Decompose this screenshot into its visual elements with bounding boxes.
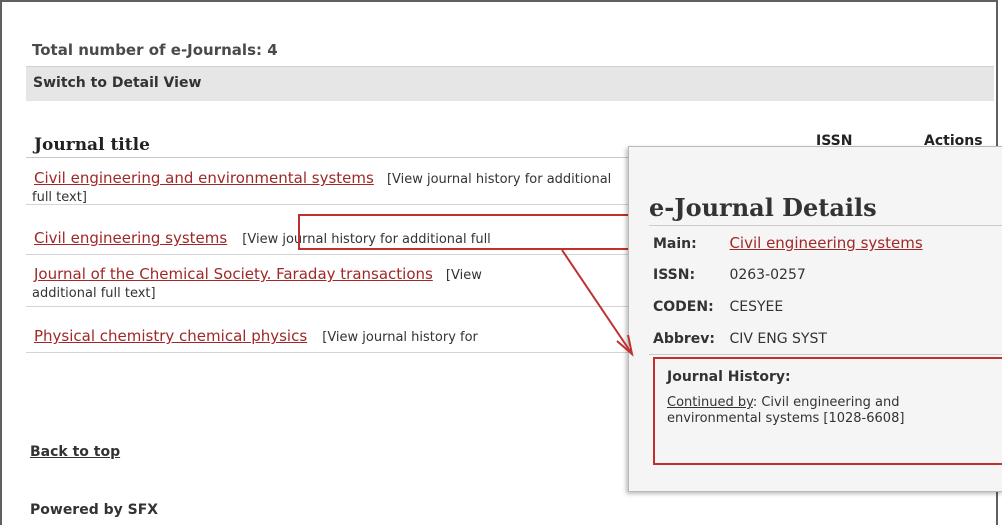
coden-label: CODEN: <box>653 299 714 315</box>
journal-history-text: Continued by: Civil engineering and envi… <box>667 395 987 427</box>
table-row: Physical chemistry chemical physics [Vie… <box>26 326 646 353</box>
header-journal-title: Journal title <box>34 135 150 155</box>
journal-history-link[interactable]: [View journal history for <box>322 330 478 345</box>
journal-history-box: Journal History: Continued by: Civil eng… <box>653 357 1002 465</box>
journal-details-popup: e-Journal Details Main: Civil engineerin… <box>628 146 1002 492</box>
issn-row: ISSN: 0263-0257 <box>653 267 806 283</box>
coden-row: CODEN: CESYEE <box>653 299 783 315</box>
coden-value: CESYEE <box>729 299 784 315</box>
divider <box>649 354 1002 355</box>
journal-history-link-cont[interactable]: additional full text] <box>32 286 156 301</box>
journal-history-title: Journal History: <box>667 369 791 385</box>
issn-value: 0263-0257 <box>729 267 806 283</box>
divider <box>649 225 1002 226</box>
main-journal-link[interactable]: Civil engineering systems <box>729 234 922 252</box>
main-label: Main: <box>653 236 697 252</box>
journal-title-link[interactable]: Civil engineering and environmental syst… <box>34 169 374 187</box>
main-row: Main: Civil engineering systems <box>653 234 923 252</box>
abbrev-label: Abbrev: <box>653 331 716 347</box>
journal-title-link[interactable]: Journal of the Chemical Society. Faraday… <box>34 265 433 283</box>
journal-history-link[interactable]: [View <box>446 268 482 283</box>
journal-history-link[interactable]: [View journal history for additional <box>387 172 611 187</box>
table-row: Journal of the Chemical Society. Faraday… <box>26 264 646 307</box>
continued-by-link[interactable]: Continued by <box>667 395 753 410</box>
journal-history-link-cont[interactable]: full text] <box>32 190 87 205</box>
journal-title-link[interactable]: Civil engineering systems <box>34 229 227 247</box>
popup-title: e-Journal Details <box>649 193 877 222</box>
switch-view-bar: Switch to Detail View <box>26 66 994 101</box>
total-count: Total number of e-Journals: 4 <box>32 41 278 59</box>
switch-detail-view-link[interactable]: Switch to Detail View <box>33 75 201 91</box>
back-to-top-link[interactable]: Back to top <box>30 444 120 460</box>
abbrev-row: Abbrev: CIV ENG SYST <box>653 331 827 347</box>
powered-by: Powered by SFX <box>30 502 159 518</box>
abbrev-value: CIV ENG SYST <box>729 331 827 347</box>
highlight-box <box>298 214 635 250</box>
table-row: Civil engineering and environmental syst… <box>26 168 646 205</box>
journal-title-link[interactable]: Physical chemistry chemical physics <box>34 327 307 345</box>
issn-label: ISSN: <box>653 267 696 283</box>
